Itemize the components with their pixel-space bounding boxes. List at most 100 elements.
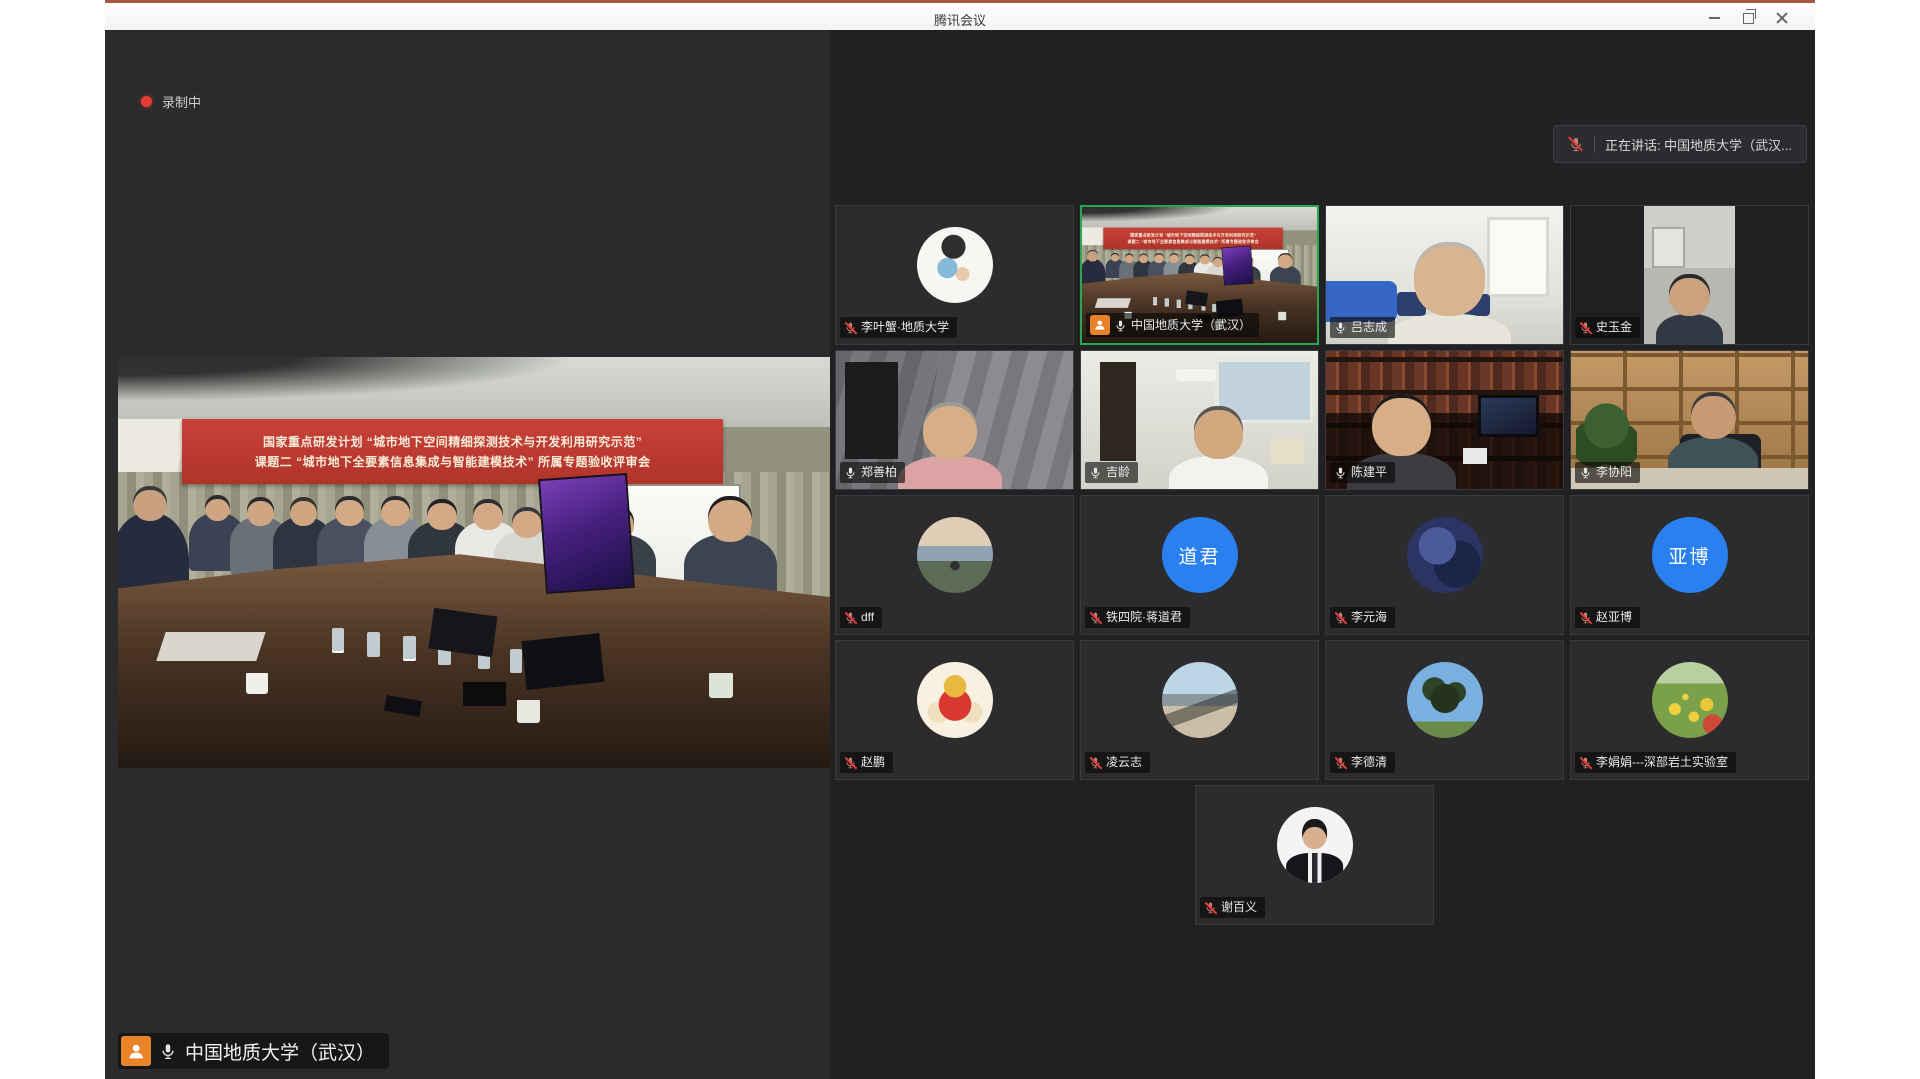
scene-shape: [845, 362, 897, 459]
scene-shape: [1153, 297, 1157, 305]
person-head: [1194, 406, 1244, 458]
person-figure: [1169, 456, 1269, 489]
minimize-icon: [1709, 17, 1720, 19]
scene-shape: [1278, 312, 1286, 320]
avatar-image: [1162, 662, 1238, 738]
participant-name-tag: 陈建平: [1330, 462, 1395, 483]
participant-tile-16[interactable]: 李娟娟---深部岩土实验室: [1570, 640, 1809, 780]
mic-muted-icon: [844, 611, 857, 624]
scene-shape: [1165, 298, 1169, 306]
minimize-button[interactable]: [1697, 6, 1731, 30]
participant-name: 郑善柏: [861, 464, 897, 481]
participant-name-tag: 李娟娟---深部岩土实验室: [1575, 752, 1736, 773]
participant-tile-10[interactable]: 道君铁四院·蒋道君: [1080, 495, 1319, 635]
mic-unmuted-icon: [1334, 321, 1347, 334]
scene-shape: [1487, 217, 1549, 297]
participant-tile-13[interactable]: 赵鹏: [835, 640, 1074, 780]
meeting-content: 录制中 国家重点研发计划 “城市地下空间精细探测技术与开发利用研究示范” 课题二…: [105, 30, 1815, 1079]
participant-name: 李叶蟹·地质大学: [861, 319, 949, 336]
close-button[interactable]: [1765, 6, 1799, 30]
avatar-image: [1652, 662, 1728, 738]
mic-muted-icon: [1334, 611, 1347, 624]
participant-name: 中国地质大学（武汉）: [1131, 317, 1251, 334]
desktop: 腾讯会议 录制中 国家重点研: [0, 0, 1920, 1079]
participant-name-tag: 凌云志: [1085, 752, 1150, 773]
participant-name-tag: 郑善柏: [840, 462, 905, 483]
speaking-text: 正在讲话: 中国地质大学（武汉...: [1605, 135, 1792, 154]
participant-name-tag: 李德清: [1330, 752, 1395, 773]
participant-tile-15[interactable]: 李德清: [1325, 640, 1564, 780]
titlebar: 腾讯会议: [105, 0, 1815, 30]
speaking-indicator[interactable]: 正在讲话: 中国地质大学（武汉...: [1553, 125, 1807, 163]
close-icon: [1776, 12, 1788, 24]
mic-muted-icon: [1579, 321, 1592, 334]
active-speaker-name: 中国地质大学（武汉）: [185, 1038, 375, 1065]
participant-name-tag: 李协阳: [1575, 462, 1640, 483]
scene-shape: [1326, 281, 1397, 322]
participant-tile-9[interactable]: dff: [835, 495, 1074, 635]
participant-name: 赵鹏: [861, 754, 885, 771]
restore-icon: [1743, 13, 1754, 24]
participant-name: 史玉金: [1596, 319, 1632, 336]
participant-name: 赵亚博: [1596, 609, 1632, 626]
scene-shape: [463, 682, 506, 707]
mic-unmuted-icon: [844, 466, 857, 479]
mic-muted-icon: [844, 321, 857, 334]
participant-name-tag: 吕志成: [1330, 317, 1395, 338]
participant-tile-1[interactable]: 李叶蟹·地质大学: [835, 205, 1074, 345]
participant-tile-14[interactable]: 凌云志: [1080, 640, 1319, 780]
participant-name-tag: 中国地质大学（武汉）: [1086, 313, 1259, 337]
conference-room-video: 国家重点研发计划 “城市地下空间精细探测技术与开发利用研究示范” 课题二 “城市…: [118, 357, 830, 768]
person-head: [1691, 392, 1736, 439]
mic-unmuted-icon: [1089, 466, 1102, 479]
main-video[interactable]: 国家重点研发计划 “城市地下空间精细探测技术与开发利用研究示范” 课题二 “城市…: [118, 357, 830, 768]
participant-grid: 李叶蟹·地质大学 国家重点研发计划 “城市地下空间精细探测技术与开发利用研究示范…: [830, 205, 1815, 1077]
participant-name: 铁四院·蒋道君: [1106, 609, 1182, 626]
mic-unmuted-icon: [1114, 319, 1127, 332]
avatar-image: [917, 517, 993, 593]
restore-button[interactable]: [1731, 6, 1765, 30]
participant-tile-3[interactable]: 吕志成: [1325, 205, 1564, 345]
participant-name-tag: 史玉金: [1575, 317, 1640, 338]
scene-shape: [1100, 362, 1136, 461]
divider: [1594, 136, 1595, 153]
avatar-initials: 道君: [1162, 517, 1238, 593]
scene-shape: [246, 673, 267, 694]
participant-tile-2[interactable]: 国家重点研发计划 “城市地下空间精细探测技术与开发利用研究示范” 课题二 “城市…: [1080, 205, 1319, 345]
participant-name: 谢百义: [1221, 899, 1257, 916]
participant-name: dff: [861, 609, 874, 626]
scene-shape: [510, 649, 523, 674]
avatar-image: [1407, 517, 1483, 593]
participant-name: 吕志成: [1351, 319, 1387, 336]
avatar-image: [917, 662, 993, 738]
participant-tile-7[interactable]: 陈建平: [1325, 350, 1564, 490]
participant-tile-8[interactable]: 李协阳: [1570, 350, 1809, 490]
participant-name-tag: 赵鹏: [840, 752, 893, 773]
scene-shape: [1463, 448, 1487, 465]
participant-tile-11[interactable]: 李元海: [1325, 495, 1564, 635]
participant-name: 李德清: [1351, 754, 1387, 771]
scene-shape: [156, 632, 265, 661]
person-head: [1414, 242, 1485, 317]
recording-indicator: 录制中: [141, 92, 201, 111]
participant-tile-17[interactable]: 谢百义: [1195, 785, 1434, 925]
participant-tile-6[interactable]: 吉龄: [1080, 350, 1319, 490]
mic-unmuted-icon: [159, 1042, 177, 1060]
mic-muted-icon: [1334, 756, 1347, 769]
participant-name-tag: 李元海: [1330, 607, 1395, 628]
avatar-image: [917, 227, 993, 303]
participant-name-tag: 吉龄: [1085, 462, 1138, 483]
participant-name: 李元海: [1351, 609, 1387, 626]
app-window: 腾讯会议 录制中 国家重点研: [105, 0, 1815, 1079]
avatar-initials: 亚博: [1652, 517, 1728, 593]
participant-tile-12[interactable]: 亚博赵亚博: [1570, 495, 1809, 635]
mic-muted-icon: [1204, 901, 1217, 914]
scene-shape: [403, 636, 416, 661]
participant-tile-4[interactable]: 史玉金: [1570, 205, 1809, 345]
person-head: [923, 402, 978, 459]
mic-unmuted-icon: [1579, 466, 1592, 479]
participant-tile-5[interactable]: 郑善柏: [835, 350, 1074, 490]
window-title: 腾讯会议: [105, 10, 1815, 29]
mic-muted-icon: [844, 756, 857, 769]
mic-muted-icon: [1579, 611, 1592, 624]
